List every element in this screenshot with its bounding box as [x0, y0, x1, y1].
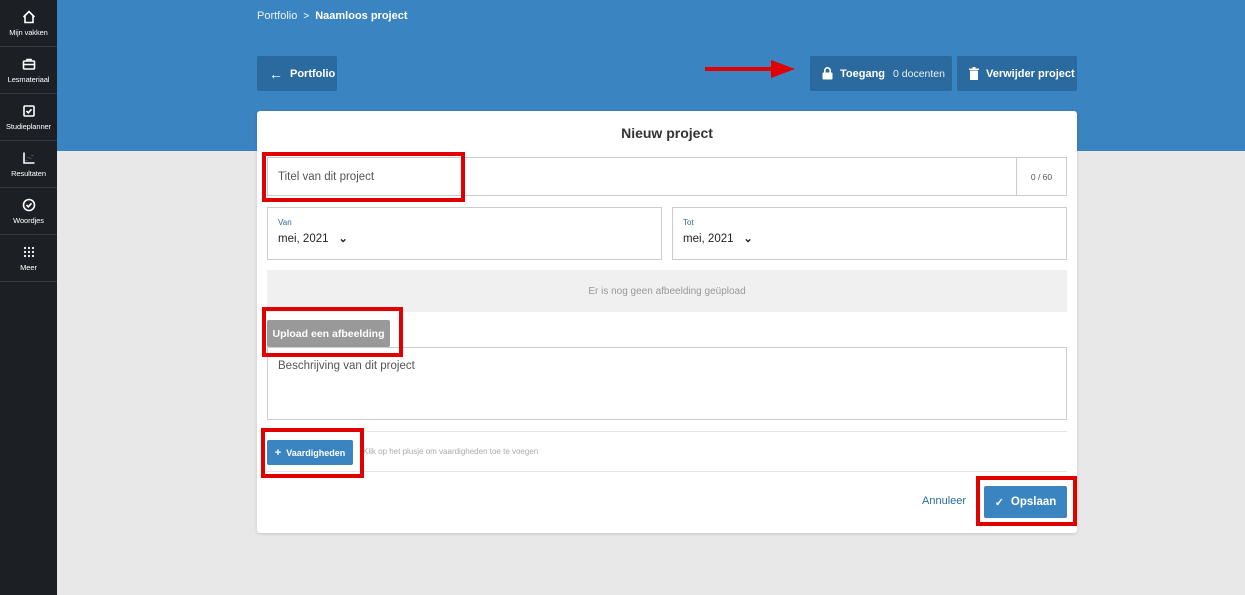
calendar-check-icon — [22, 104, 35, 117]
briefcase-icon — [22, 58, 35, 70]
lock-icon — [822, 67, 833, 80]
back-button-label: Portfolio — [290, 67, 336, 80]
divider — [267, 431, 1067, 432]
sidebar-item-lesmateriaal[interactable]: Lesmateriaal — [0, 47, 57, 94]
save-button-label: Opslaan — [1010, 496, 1057, 508]
upload-image-button[interactable]: Upload een afbeelding — [267, 320, 390, 347]
sidebar-item-label: Resultaten — [11, 168, 46, 178]
card-title: Nieuw project — [621, 125, 713, 141]
delete-label: Verwijder project — [986, 67, 1075, 80]
chevron-down-icon: ⌄ — [338, 233, 348, 245]
breadcrumb: Portfolio > Naamloos project — [257, 10, 408, 22]
to-date-value: mei, 2021 — [683, 232, 734, 245]
from-date-label: Van — [278, 218, 292, 227]
from-date-value: mei, 2021 — [278, 232, 329, 245]
divider — [267, 471, 1067, 472]
access-count: 0 docenten — [893, 67, 945, 80]
breadcrumb-current: Naamloos project — [315, 10, 408, 22]
access-label: Toegang — [840, 67, 886, 80]
arrow-left-icon: ← — [269, 65, 283, 82]
cancel-button[interactable]: Annuleer — [922, 495, 966, 507]
title-char-counter: 0 / 60 — [1016, 158, 1066, 195]
sidebar-item-meer[interactable]: Meer — [0, 235, 57, 282]
project-title-field: 0 / 60 — [267, 157, 1067, 196]
sidebar-item-label: Lesmateriaal — [7, 74, 50, 84]
breadcrumb-portfolio-link[interactable]: Portfolio — [257, 10, 297, 22]
delete-project-button[interactable]: Verwijder project — [957, 56, 1077, 91]
chart-icon — [22, 152, 34, 164]
check-circle-icon — [22, 198, 35, 211]
skills-hint: Klik op het plusje om vaardigheden toe t… — [363, 447, 539, 456]
sidebar-item-studieplanner[interactable]: Studieplanner — [0, 94, 57, 141]
skills-button-label: Vaardigheden — [286, 447, 346, 458]
chevron-down-icon: ⌄ — [743, 233, 753, 245]
sidebar: Mijn vakken Lesmateriaal Studieplanner R… — [0, 0, 57, 595]
new-project-card: Nieuw project 0 / 60 Van mei, 2021 ⌄ Tot… — [257, 111, 1077, 533]
from-date-select[interactable]: Van mei, 2021 ⌄ — [267, 207, 662, 260]
home-icon — [22, 9, 35, 23]
project-description-input[interactable] — [267, 347, 1067, 420]
annotation-arrow-icon — [705, 60, 795, 78]
add-skills-button[interactable]: + Vaardigheden — [267, 440, 353, 465]
sidebar-item-label: Meer — [20, 262, 37, 272]
save-button[interactable]: ✓ Opslaan — [984, 486, 1067, 518]
access-button[interactable]: Toegang 0 docenten — [810, 56, 952, 91]
project-title-input[interactable] — [268, 158, 1016, 195]
checkmark-icon: ✓ — [994, 496, 1004, 509]
sidebar-item-woordjes[interactable]: Woordjes — [0, 188, 57, 235]
sidebar-item-mijn-vakken[interactable]: Mijn vakken — [0, 0, 57, 47]
to-date-select[interactable]: Tot mei, 2021 ⌄ — [672, 207, 1067, 260]
plus-icon: + — [274, 446, 282, 459]
breadcrumb-separator: > — [303, 10, 310, 22]
grid-icon — [23, 246, 34, 257]
back-to-portfolio-button[interactable]: ← Portfolio — [257, 56, 337, 91]
no-image-placeholder: Er is nog geen afbeelding geüpload — [267, 270, 1067, 312]
trash-icon — [969, 67, 979, 80]
sidebar-item-resultaten[interactable]: Resultaten — [0, 141, 57, 188]
sidebar-item-label: Woordjes — [13, 215, 44, 225]
to-date-label: Tot — [683, 218, 694, 227]
sidebar-item-label: Studieplanner — [6, 121, 51, 131]
sidebar-item-label: Mijn vakken — [9, 27, 48, 37]
